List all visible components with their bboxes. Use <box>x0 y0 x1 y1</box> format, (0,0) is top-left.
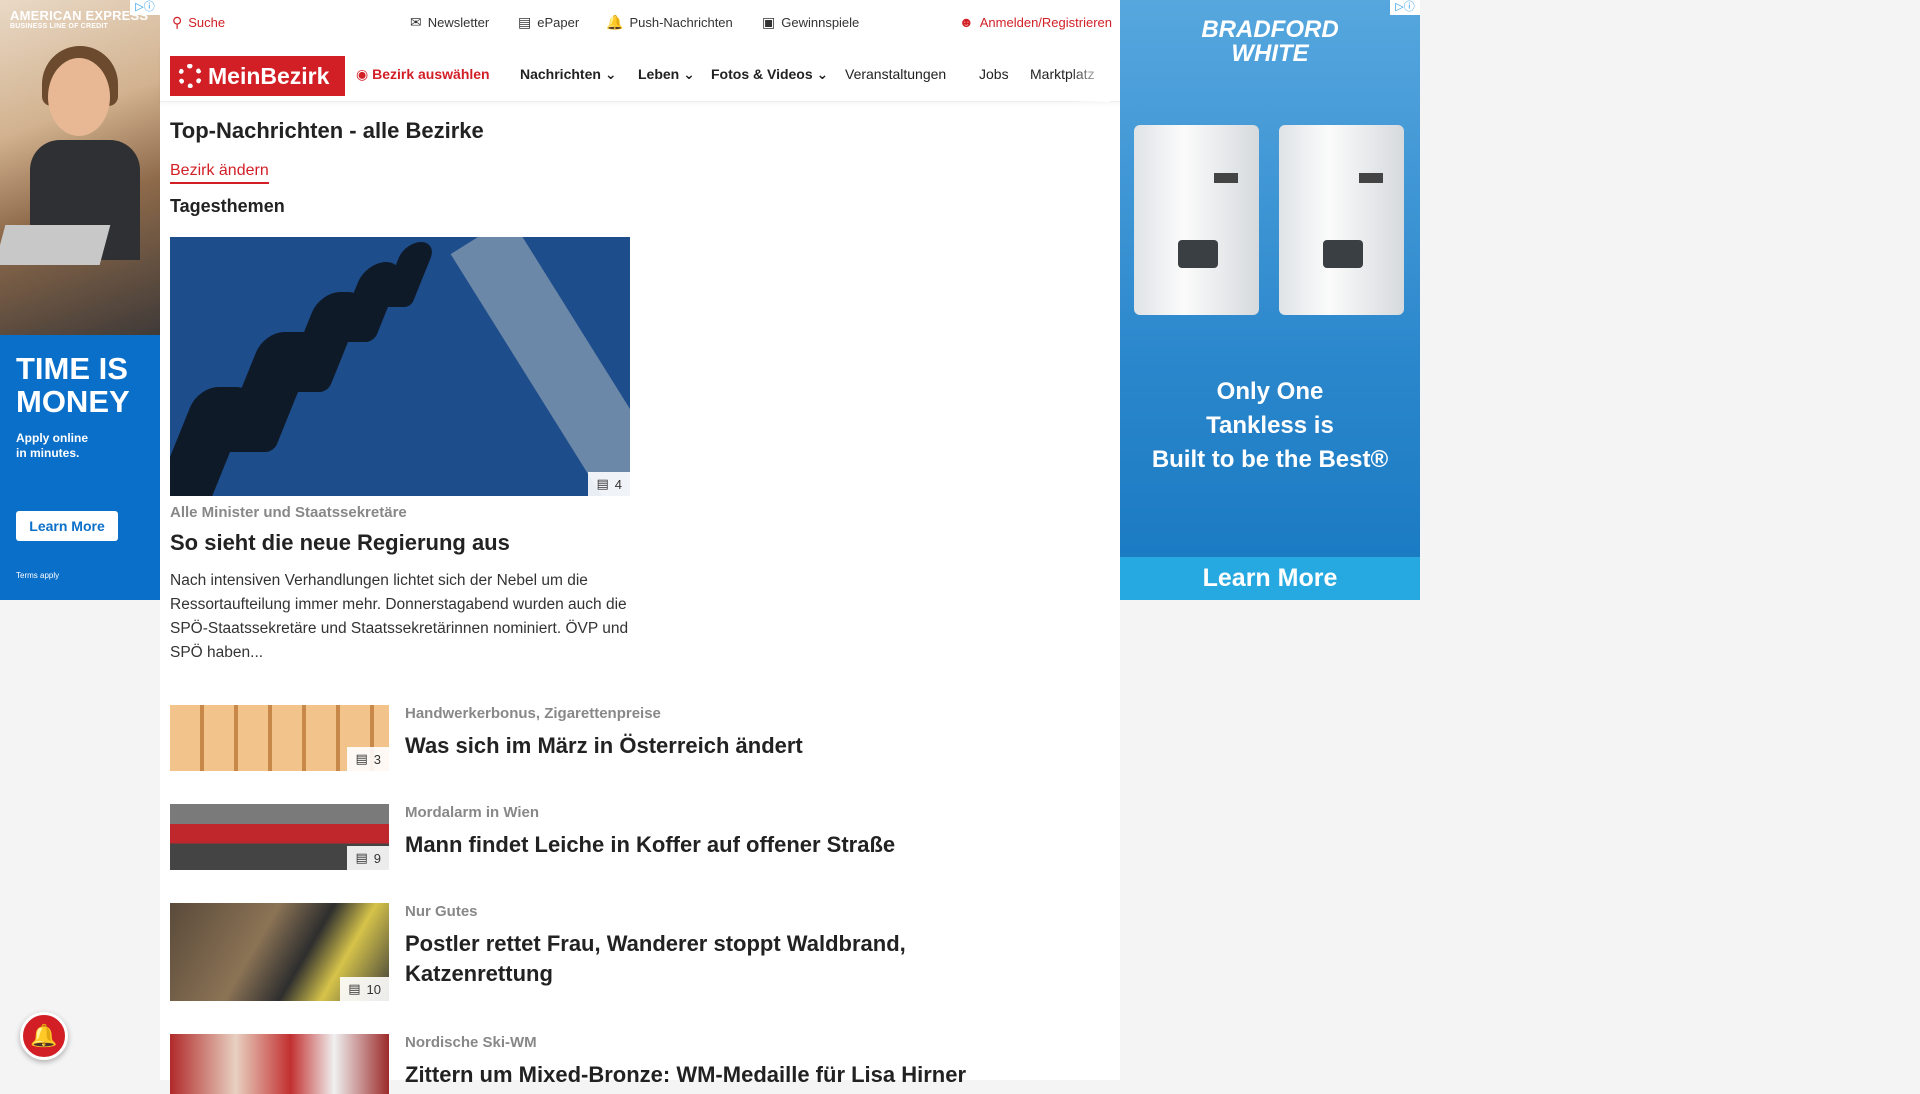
nav-veranstaltungen[interactable]: Veranstaltungen <box>845 66 946 82</box>
hero-title-link[interactable]: So sieht die neue Regierung aus <box>170 530 510 556</box>
ad-terms: Terms apply <box>16 571 60 580</box>
chevron-down-icon: ⌄ <box>816 66 829 82</box>
nav-fade <box>1070 46 1110 102</box>
ad-brand-logo: BRADFORD WHITE <box>1201 16 1339 67</box>
article-thumbnail[interactable]: ▤ 10 <box>170 903 389 1001</box>
ad-subtext: Apply online in minutes. <box>16 431 88 460</box>
logo-flower-icon <box>178 64 202 88</box>
ad-brand: AMERICAN EXPRESS BUSINESS LINE OF CREDIT <box>10 8 149 30</box>
nav-fotos-videos[interactable]: Fotos & Videos ⌄ <box>711 66 828 83</box>
hero-image[interactable]: ▤ 4 <box>170 237 630 496</box>
article-title-link[interactable]: Postler rettet Frau, Wanderer stoppt Wal… <box>405 929 1005 989</box>
gallery-icon: ▤ <box>355 751 368 766</box>
water-heater-image <box>1279 125 1404 315</box>
article-thumbnail[interactable]: ▤ 3 <box>170 705 389 771</box>
user-icon: ☻ <box>959 14 974 30</box>
gallery-icon: ▤ <box>355 850 368 865</box>
nav-leben[interactable]: Leben ⌄ <box>638 66 695 83</box>
ad-copy: Only One Tankless is Built to be the Bes… <box>1151 378 1389 473</box>
page-title: Top-Nachrichten - alle Bezirke <box>170 118 484 143</box>
gewinnspiele-link[interactable]: ▣ Gewinnspiele <box>762 14 859 31</box>
image-count-badge: ▤ 10 <box>340 977 389 1001</box>
bezirk-change-link[interactable]: Bezirk ändern <box>170 162 269 184</box>
image-count-badge: ▤ 9 <box>347 846 389 870</box>
amex-ad-banner[interactable]: AMERICAN EXPRESS BUSINESS LINE OF CREDIT… <box>0 0 160 600</box>
article-kicker: Nordische Ski-WM <box>405 1034 537 1051</box>
bezirk-select-button[interactable]: ◉ Bezirk auswählen <box>356 66 490 83</box>
article-kicker: Nur Gutes <box>405 903 478 920</box>
ad-learn-more-button[interactable]: Learn More <box>1120 557 1420 600</box>
newspaper-icon: ▤ <box>518 14 532 30</box>
notification-bell-button[interactable]: 🔔 <box>20 1012 68 1060</box>
gift-icon: ▣ <box>762 14 776 30</box>
bell-icon: 🔔 <box>606 14 624 30</box>
search-icon: ⚲ <box>172 14 183 30</box>
adchoices-icon[interactable]: ▷ⓘ <box>130 0 160 15</box>
chevron-down-icon: ⌄ <box>683 66 695 82</box>
main-nav: MeinBezirk ◉ Bezirk auswählen Nachrichte… <box>160 46 1120 102</box>
article-title-link[interactable]: Mann findet Leiche in Koffer auf offener… <box>405 830 1005 860</box>
image-count-badge: ▤ 3 <box>347 747 389 771</box>
article-kicker: Handwerkerbonus, Zigarettenpreise <box>405 705 661 722</box>
newsletter-link[interactable]: ✉ Newsletter <box>410 14 489 31</box>
top-utility-bar: ⚲ Suche ✉ Newsletter ▤ ePaper 🔔 Push-Nac… <box>160 0 1120 46</box>
article-title-link[interactable]: Was sich im März in Österreich ändert <box>405 731 1005 761</box>
gallery-icon: ▤ <box>596 476 609 491</box>
hero-teaser: Nach intensiven Verhandlungen lichtet si… <box>170 572 629 661</box>
chevron-down-icon: ⌄ <box>604 66 617 82</box>
hero-kicker: Alle Minister und Staatssekretäre <box>170 504 407 521</box>
mail-icon: ✉ <box>410 14 422 30</box>
article-title-link[interactable]: Zittern um Mixed-Bronze: WM-Medaille für… <box>405 1060 1005 1090</box>
section-title: Tagesthemen <box>170 196 285 216</box>
epaper-link[interactable]: ▤ ePaper <box>518 14 579 31</box>
push-notifications-link[interactable]: 🔔 Push-Nachrichten <box>606 14 733 31</box>
ad-headline: TIME IS MONEY <box>16 351 130 419</box>
bell-icon: 🔔 <box>30 1023 58 1048</box>
article-thumbnail[interactable]: ▤ 9 <box>170 804 389 870</box>
water-heater-image <box>1134 125 1259 315</box>
location-pin-icon: ◉ <box>356 66 369 82</box>
meinbezirk-logo[interactable]: MeinBezirk <box>170 56 345 96</box>
page-background <box>1120 600 1920 1080</box>
nav-nachrichten[interactable]: Nachrichten ⌄ <box>520 66 617 83</box>
adchoices-icon[interactable]: ▷ⓘ <box>1390 0 1420 15</box>
article-kicker: Mordalarm in Wien <box>405 804 540 821</box>
ad-learn-more-button[interactable]: Learn More <box>16 511 118 541</box>
search-link[interactable]: ⚲ Suche <box>172 14 225 31</box>
image-count-badge: ▤ 4 <box>588 472 630 496</box>
ad-photo <box>0 0 160 335</box>
article-thumbnail[interactable] <box>170 1034 389 1094</box>
nav-jobs[interactable]: Jobs <box>979 66 1009 82</box>
main-column: ⚲ Suche ✉ Newsletter ▤ ePaper 🔔 Push-Nac… <box>160 0 1120 1094</box>
gallery-icon: ▤ <box>348 981 361 996</box>
login-register-link[interactable]: ☻ Anmelden/Registrieren <box>959 14 1112 30</box>
bradford-white-ad-banner[interactable]: ▷ⓘ BRADFORD WHITE Only One Tankless is B… <box>1120 0 1420 600</box>
